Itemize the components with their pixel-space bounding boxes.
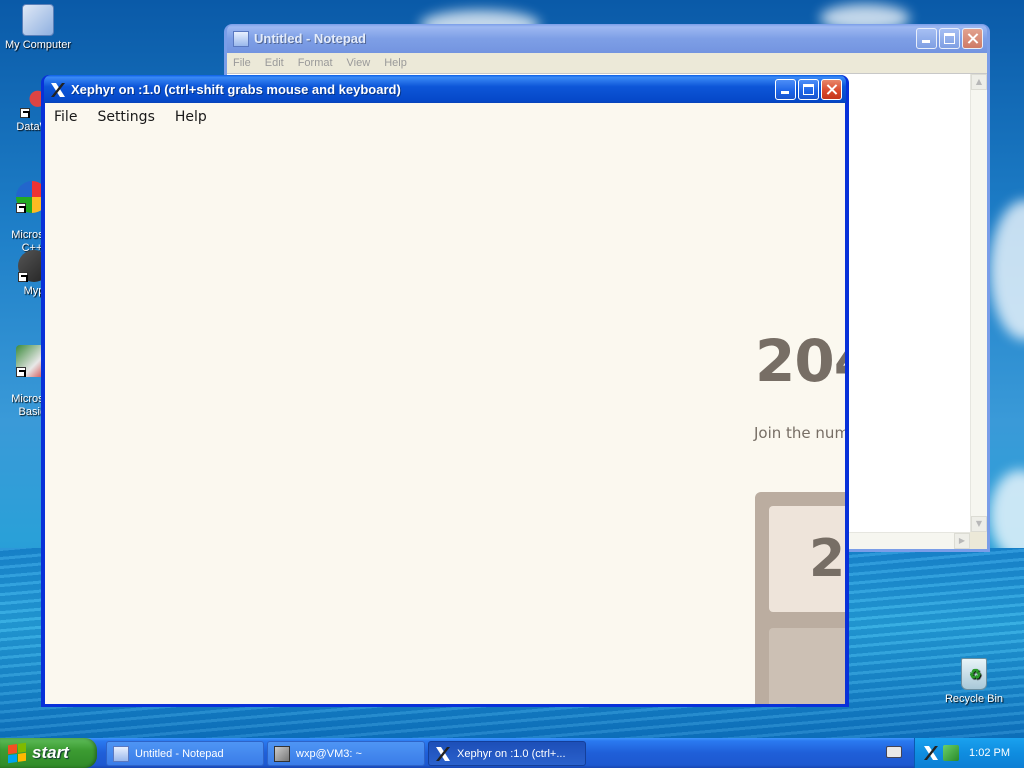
clock[interactable]: 1:02 PM xyxy=(969,747,1010,759)
shortcut-arrow-icon xyxy=(16,367,26,377)
computer-icon xyxy=(22,4,54,36)
minimize-button[interactable] xyxy=(916,28,937,49)
desktop-icon-label: Recycle Bin xyxy=(944,693,1004,705)
system-tray: 1:02 PM xyxy=(914,738,1024,768)
close-button[interactable] xyxy=(962,28,983,49)
menu-edit[interactable]: Edit xyxy=(265,57,284,69)
close-button[interactable] xyxy=(821,79,842,100)
start-button[interactable]: start xyxy=(0,738,97,768)
xephyr-titlebar[interactable]: Xephyr on :1.0 (ctrl+shift grabs mouse a… xyxy=(44,75,846,104)
taskbar-item-label: wxp@VM3: ~ xyxy=(296,747,362,760)
xephyr-window[interactable]: Xephyr on :1.0 (ctrl+shift grabs mouse a… xyxy=(41,75,849,707)
scroll-right-button[interactable]: ▶ xyxy=(954,533,970,549)
xephyr-client-area[interactable]: File Settings Help 204 Join the num 2 xyxy=(45,103,845,704)
maximize-icon xyxy=(803,84,814,95)
scroll-up-button[interactable]: ▲ xyxy=(971,74,987,90)
size-grip[interactable] xyxy=(970,532,987,549)
notepad-icon xyxy=(113,745,129,762)
notepad-menubar: File Edit Format View Help xyxy=(227,53,987,73)
game-intro-text: Join the num xyxy=(754,424,845,442)
x-logo-icon[interactable] xyxy=(923,745,939,761)
window-title: Xephyr on :1.0 (ctrl+shift grabs mouse a… xyxy=(71,82,401,97)
game-cell-empty xyxy=(769,628,845,704)
menu-settings[interactable]: Settings xyxy=(97,109,154,125)
taskbar-item-notepad[interactable]: Untitled - Notepad xyxy=(106,741,264,766)
minimize-icon xyxy=(922,40,930,43)
taskbar: start Untitled - Notepad wxp@VM3: ~ Xeph… xyxy=(0,738,1024,768)
taskbar-item-label: Untitled - Notepad xyxy=(135,747,224,760)
minimize-button[interactable] xyxy=(775,79,796,100)
menu-help[interactable]: Help xyxy=(384,57,407,69)
x-logo-icon xyxy=(435,746,451,762)
menu-view[interactable]: View xyxy=(347,57,371,69)
terminal-icon xyxy=(274,745,290,762)
menu-file[interactable]: File xyxy=(233,57,251,69)
maximize-button[interactable] xyxy=(939,28,960,49)
notepad-titlebar[interactable]: Untitled - Notepad xyxy=(227,24,987,53)
game-title: 204 xyxy=(755,327,845,395)
vertical-scrollbar[interactable]: ▲ ▼ xyxy=(970,74,987,532)
menu-file[interactable]: File xyxy=(54,109,77,125)
shortcut-arrow-icon xyxy=(20,108,30,118)
taskbar-item-label: Xephyr on :1.0 (ctrl+... xyxy=(457,747,566,760)
menu-format[interactable]: Format xyxy=(298,57,333,69)
sky-cloud xyxy=(990,470,1024,560)
maximize-button[interactable] xyxy=(798,79,819,100)
maximize-icon xyxy=(944,33,955,44)
taskbar-item-xephyr[interactable]: Xephyr on :1.0 (ctrl+... xyxy=(428,741,586,766)
game-board[interactable]: 2 xyxy=(755,492,845,704)
recycle-bin-icon: ♻ xyxy=(961,658,987,690)
windows-logo-icon xyxy=(8,742,26,764)
keyboard-icon[interactable] xyxy=(886,746,902,758)
scroll-down-button[interactable]: ▼ xyxy=(971,516,987,532)
sky-cloud xyxy=(990,200,1024,340)
taskbar-item-terminal[interactable]: wxp@VM3: ~ xyxy=(267,741,425,766)
game-tile: 2 xyxy=(769,506,845,612)
shortcut-arrow-icon xyxy=(18,272,28,282)
network-icon[interactable] xyxy=(943,745,960,761)
minimize-icon xyxy=(781,91,789,94)
desktop-icon-my-computer[interactable]: My Computer xyxy=(0,4,76,52)
shortcut-arrow-icon xyxy=(16,203,26,213)
window-title: Untitled - Notepad xyxy=(254,31,366,46)
desktop-icon-recycle-bin[interactable]: ♻ Recycle Bin xyxy=(936,658,1012,706)
notepad-icon xyxy=(233,30,249,47)
menu-help[interactable]: Help xyxy=(175,109,207,125)
start-label: start xyxy=(32,743,69,762)
app-menubar: File Settings Help xyxy=(45,103,845,131)
desktop-icon-label: My Computer xyxy=(4,39,72,51)
x-logo-icon xyxy=(50,82,66,98)
